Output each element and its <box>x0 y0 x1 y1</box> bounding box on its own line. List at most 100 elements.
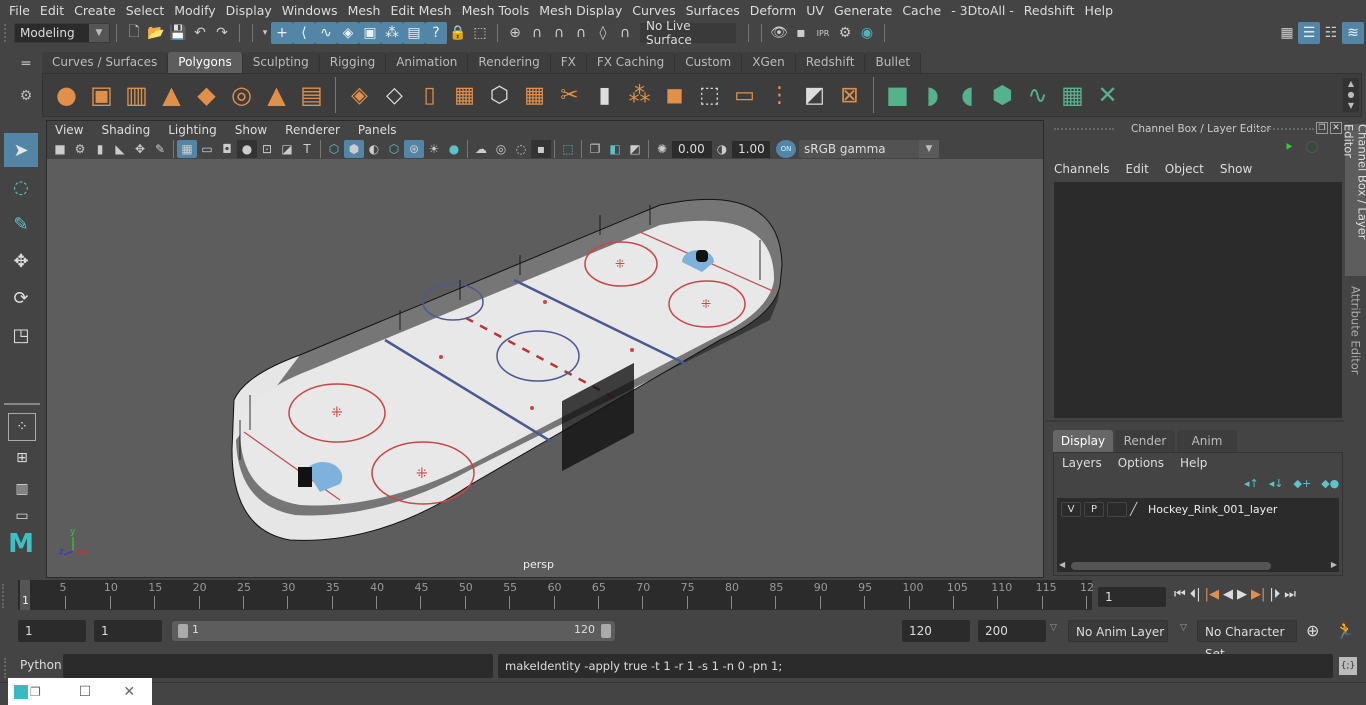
restore-icon[interactable]: ❐ <box>30 685 41 699</box>
redo-icon[interactable]: ↷ <box>211 22 233 44</box>
anti-aliasing-icon[interactable]: ◌ <box>511 140 531 158</box>
2d-pan-zoom-icon[interactable]: ✥ <box>130 140 150 158</box>
maximize-icon[interactable]: ☐ <box>79 684 92 700</box>
animation-preferences-icon[interactable]: 🏃 <box>1335 621 1355 640</box>
next-key-icon[interactable]: ▶| <box>1251 587 1265 602</box>
depth-of-field-icon[interactable]: ▪ <box>531 140 551 158</box>
help-icon[interactable]: ? <box>425 22 447 44</box>
move-layer-down-icon[interactable]: ◂↓ <box>1269 477 1284 490</box>
play-forward-icon[interactable]: ▶ <box>1237 587 1247 602</box>
shelf-tab-animation[interactable]: Animation <box>386 52 469 73</box>
uv-editor-icon[interactable]: ▦ <box>1055 77 1090 113</box>
xray-joints-icon[interactable]: ◩ <box>625 140 645 158</box>
uv-sew-icon[interactable]: ✕ <box>1090 77 1125 113</box>
shelf-tab-custom[interactable]: Custom <box>675 52 743 73</box>
menu-mesh[interactable]: Mesh <box>343 3 386 18</box>
menu-mesh-display[interactable]: Mesh Display <box>534 3 627 18</box>
shelf-menu-icon[interactable]: ═ <box>16 56 36 72</box>
channel-menu-edit[interactable]: Edit <box>1126 162 1149 176</box>
current-time-marker[interactable]: 1 <box>20 580 30 610</box>
color-management-toggle[interactable]: ON <box>776 140 796 158</box>
layer-tab-render[interactable]: Render <box>1115 430 1175 452</box>
chevron-down-icon[interactable]: ▽ <box>1050 623 1057 633</box>
viewport-menu-view[interactable]: View <box>46 121 92 139</box>
safe-action-icon[interactable]: ◪ <box>277 140 297 158</box>
lasso-tool-icon[interactable]: ◌ <box>4 170 38 204</box>
script-language-toggle[interactable]: Python <box>20 658 62 672</box>
layer-color-swatch[interactable]: ╱ <box>1130 502 1144 516</box>
menu-display[interactable]: Display <box>221 3 277 18</box>
field-chart-icon[interactable]: ⊡ <box>257 140 277 158</box>
mirror-icon[interactable]: ▯ <box>412 77 447 113</box>
channel-box-toggle-icon[interactable]: ≋ <box>1342 22 1364 44</box>
unfold-uv-icon[interactable]: ∿ <box>1020 77 1055 113</box>
axis-orientation-icon[interactable]: ⯈ <box>1284 140 1294 155</box>
viewport-menu-show[interactable]: Show <box>226 121 276 139</box>
shadows-icon[interactable]: ● <box>444 140 464 158</box>
channel-menu-object[interactable]: Object <box>1165 162 1204 176</box>
menu-select[interactable]: Select <box>121 3 170 18</box>
screen-space-ao-icon[interactable]: ☁ <box>471 140 491 158</box>
new-scene-icon[interactable]: 🗋 <box>123 22 145 44</box>
undo-icon[interactable]: ↶ <box>189 22 211 44</box>
four-view-layout-icon[interactable]: ⊞ <box>8 444 36 472</box>
camera-icon[interactable]: ■ <box>50 140 70 158</box>
prev-key-icon[interactable]: |◀ <box>1205 587 1219 602</box>
range-end-handle[interactable] <box>601 624 611 638</box>
menu-file[interactable]: File <box>4 3 35 18</box>
pyramid-icon[interactable]: ▲ <box>259 77 294 113</box>
menu-modify[interactable]: Modify <box>169 3 220 18</box>
extrude-icon[interactable]: ▮ <box>587 77 622 113</box>
plane-icon[interactable]: ◆ <box>189 77 224 113</box>
shelf-tab-bullet[interactable]: Bullet <box>865 52 922 73</box>
smooth-shade-icon[interactable]: ⬢ <box>344 140 364 158</box>
menu-surfaces[interactable]: Surfaces <box>681 3 745 18</box>
select-vertex-icon[interactable]: ◈ <box>337 22 359 44</box>
menu-windows[interactable]: Windows <box>277 3 343 18</box>
color-space-select[interactable]: sRGB gamma ▼ <box>799 140 939 158</box>
layer-name[interactable]: Hockey_Rink_001_layer <box>1148 503 1277 516</box>
spherical-uv-icon[interactable]: ◖ <box>950 77 985 113</box>
rotate-tool-icon[interactable]: ⟳ <box>4 281 38 315</box>
tab-channel-box[interactable]: Channel Box / Layer Editor <box>1342 124 1366 276</box>
new-layer-icon[interactable]: ◆+ <box>1294 477 1312 490</box>
render-view-icon[interactable]: 👁 <box>768 22 790 44</box>
auto-key-icon[interactable]: ⊕ <box>1306 621 1319 640</box>
snap-view-icon[interactable]: ∩ <box>570 22 592 44</box>
panel-grip[interactable] <box>1054 128 1114 130</box>
gate-mask-icon[interactable]: ● <box>237 140 257 158</box>
viewport-menu-panels[interactable]: Panels <box>349 121 406 139</box>
move-layer-up-icon[interactable]: ◂↑ <box>1244 477 1259 490</box>
layer-display-type-toggle[interactable] <box>1107 501 1127 517</box>
channel-menu-channels[interactable]: Channels <box>1054 162 1110 176</box>
channel-menu-show[interactable]: Show <box>1220 162 1252 176</box>
shelf-tab-rigging[interactable]: Rigging <box>319 52 387 73</box>
cylindrical-uv-icon[interactable]: ◗ <box>915 77 950 113</box>
open-scene-icon[interactable]: 📂 <box>145 22 167 44</box>
select-render-icon[interactable]: ▤ <box>403 22 425 44</box>
go-to-end-icon[interactable]: ⏭ <box>1284 587 1296 602</box>
script-editor-icon[interactable]: {;} <box>1339 657 1357 675</box>
select-edge-icon[interactable]: ▣ <box>359 22 381 44</box>
paint-select-tool-icon[interactable]: ✎ <box>4 207 38 241</box>
shelf-tab-curves-surfaces[interactable]: Curves / Surfaces <box>42 52 169 73</box>
play-backward-icon[interactable]: ◀ <box>1223 587 1233 602</box>
cone-icon[interactable]: ▲ <box>154 77 189 113</box>
menu-generate[interactable]: Generate <box>829 3 897 18</box>
menu-create[interactable]: Create <box>69 3 121 18</box>
append-icon[interactable]: ⬚ <box>692 77 727 113</box>
shelf-tab-rendering[interactable]: Rendering <box>468 52 551 73</box>
grid-icon[interactable]: ▦ <box>177 140 197 158</box>
wireframe-on-shaded-icon[interactable]: ⬡ <box>384 140 404 158</box>
safe-title-icon[interactable]: T <box>297 140 317 158</box>
viewport-menu-renderer[interactable]: Renderer <box>276 121 349 139</box>
ipr-render-icon[interactable]: IPR <box>812 22 834 44</box>
menu-help[interactable]: Help <box>1080 3 1119 18</box>
smooth-icon[interactable]: ▦ <box>447 77 482 113</box>
menu-edit-mesh[interactable]: Edit Mesh <box>385 3 456 18</box>
image-plane-icon[interactable]: ◣ <box>110 140 130 158</box>
grease-pencil-icon[interactable]: ✎ <box>150 140 170 158</box>
layer-tab-anim[interactable]: Anim <box>1177 430 1237 452</box>
select-by-component-icon[interactable]: ∿ <box>315 22 337 44</box>
cylinder-icon[interactable]: ▥ <box>119 77 154 113</box>
